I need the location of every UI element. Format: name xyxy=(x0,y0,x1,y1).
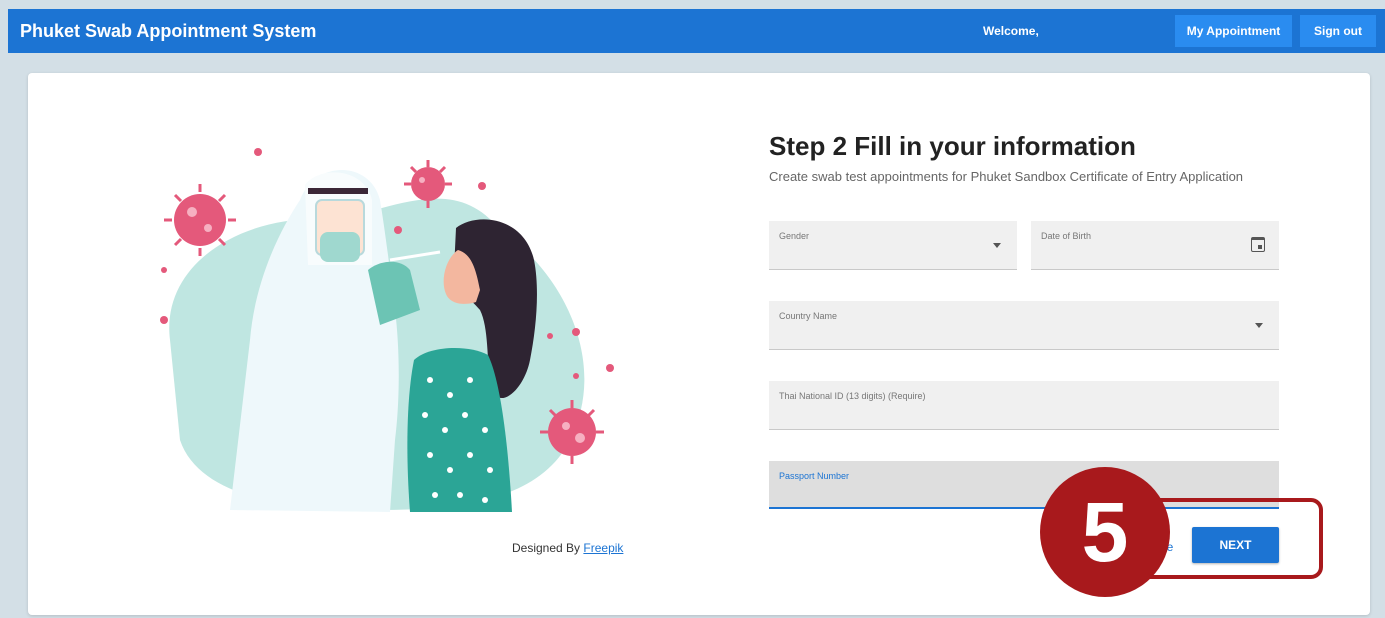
dropdown-arrow-icon xyxy=(1255,323,1263,328)
gender-select[interactable]: Gender xyxy=(769,221,1017,270)
illustration-credit: Designed By Freepik xyxy=(512,541,623,555)
step-subtitle: Create swab test appointments for Phuket… xyxy=(769,169,1244,184)
callout-step-badge: 5 xyxy=(1040,467,1170,597)
app-bar: Phuket Swab Appointment System Welcome, … xyxy=(8,9,1385,53)
date-of-birth-field[interactable]: Date of Birth xyxy=(1031,221,1279,270)
credit-prefix: Designed By xyxy=(512,541,581,555)
dropdown-arrow-icon xyxy=(993,243,1001,248)
step-title: Step 2 Fill in your information xyxy=(769,131,1136,161)
passport-label: Passport Number xyxy=(779,471,850,481)
country-select[interactable]: Country Name xyxy=(769,301,1279,350)
thai-national-id-field[interactable]: Thai National ID (13 digits) (Require) xyxy=(769,381,1279,430)
gender-label: Gender xyxy=(779,231,810,241)
my-appointment-button[interactable]: My Appointment xyxy=(1175,15,1292,47)
freepik-link[interactable]: Freepik xyxy=(583,541,623,555)
country-label: Country Name xyxy=(779,311,838,321)
swab-test-illustration xyxy=(160,148,614,512)
app-title: Phuket Swab Appointment System xyxy=(20,21,317,41)
welcome-text: Welcome, xyxy=(983,24,1039,38)
thai-id-label: Thai National ID (13 digits) (Require) xyxy=(779,391,926,401)
sign-out-button[interactable]: Sign out xyxy=(1300,15,1376,47)
top-strip xyxy=(0,0,1385,8)
dob-label: Date of Birth xyxy=(1041,231,1092,241)
calendar-icon[interactable] xyxy=(1251,237,1265,252)
